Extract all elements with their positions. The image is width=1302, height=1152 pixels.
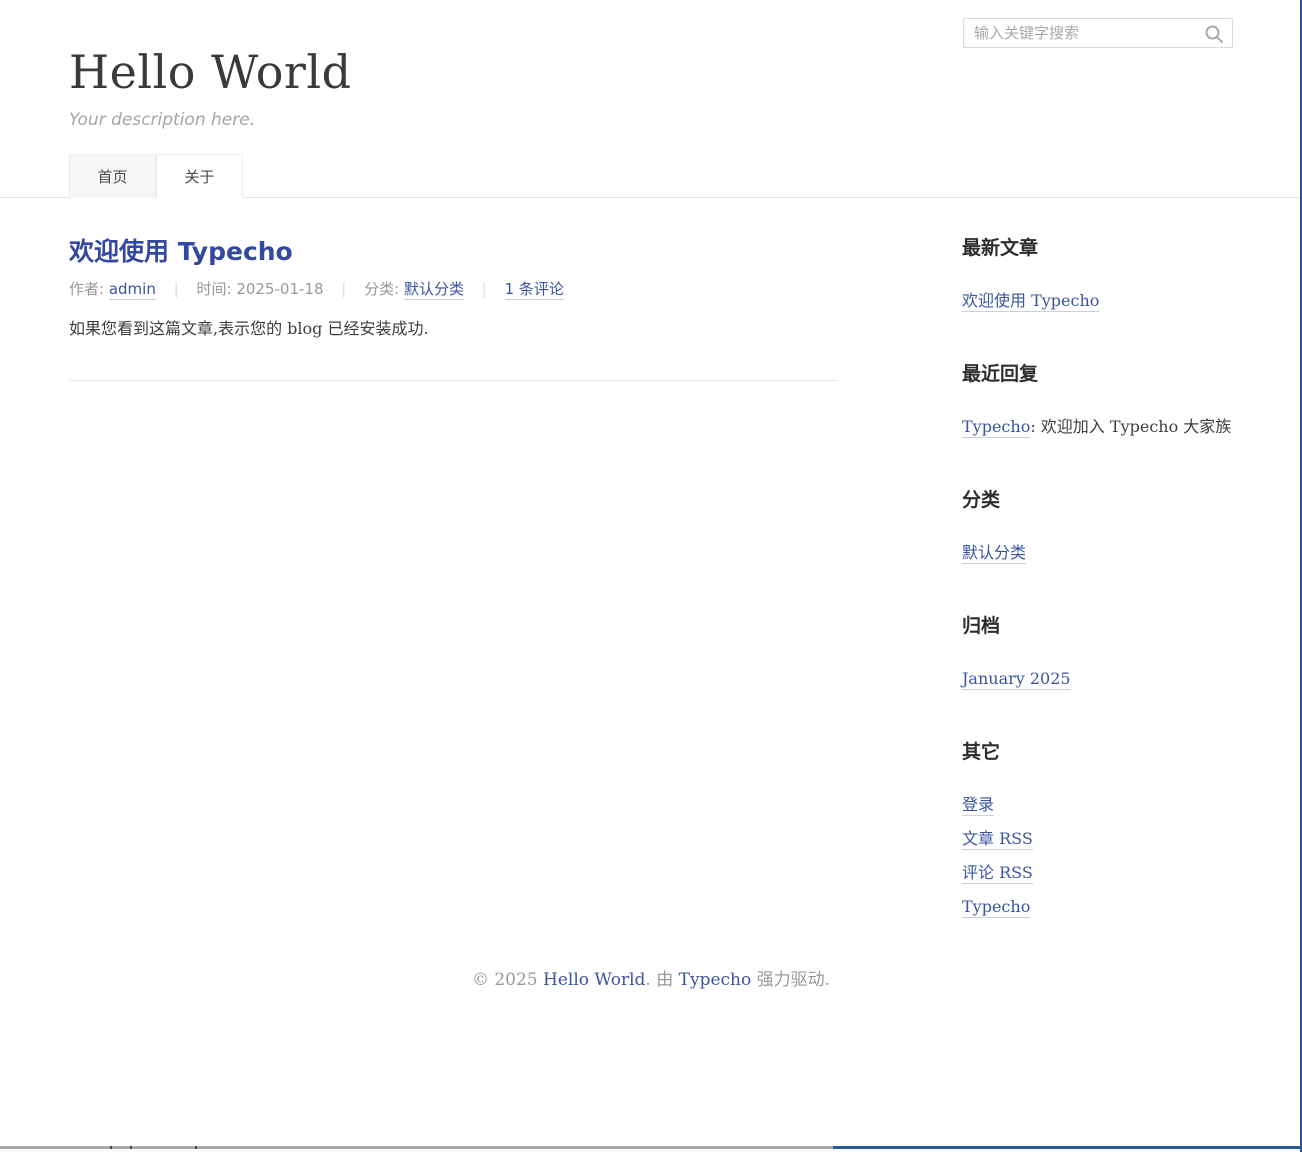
date-label: 时间: — [196, 280, 231, 298]
comment-author-link[interactable]: Typecho — [962, 417, 1030, 438]
widget-misc: 其它 登录 文章 RSS 评论 RSS Typecho — [962, 740, 1233, 924]
nav-tab-about[interactable]: 关于 — [156, 154, 243, 198]
footer: © 2025 Hello World. 由 Typecho 强力驱动. — [0, 968, 1302, 1000]
copyright-text: © 2025 — [472, 970, 538, 990]
post-title-link[interactable]: 欢迎使用 Typecho — [69, 237, 293, 266]
misc-title: 其它 — [962, 740, 1233, 764]
misc-link-comments-rss[interactable]: 评论 RSS — [962, 863, 1033, 884]
misc-link-login[interactable]: 登录 — [962, 795, 994, 816]
category-link[interactable]: 默认分类 — [404, 280, 464, 300]
main-area: 欢迎使用 Typecho 作者: admin | 时间: 2025-01-18 … — [69, 198, 1233, 968]
site-title: Hello World — [69, 0, 1233, 97]
search-icon[interactable] — [1204, 24, 1224, 44]
sidebar: 最新文章 欢迎使用 Typecho 最近回复 Typecho: 欢迎加入 Typ… — [962, 236, 1233, 968]
site-header: Hello World Your description here. 首页 关于 — [0, 0, 1302, 198]
site-title-link[interactable]: Hello World — [69, 45, 352, 99]
author-label: 作者: — [69, 280, 104, 298]
list-item: 欢迎使用 Typecho — [962, 284, 1233, 318]
main-nav: 首页 关于 — [69, 153, 1233, 197]
search-input[interactable] — [964, 19, 1232, 47]
categories-title: 分类 — [962, 488, 1233, 512]
misc-link-posts-rss[interactable]: 文章 RSS — [962, 829, 1033, 850]
misc-link-typecho[interactable]: Typecho — [962, 897, 1030, 918]
archive-link[interactable]: January 2025 — [962, 669, 1071, 690]
nav-tab-home[interactable]: 首页 — [69, 154, 156, 198]
category-item-link[interactable]: 默认分类 — [962, 543, 1026, 564]
list-item: January 2025 — [962, 662, 1233, 696]
list-item: 评论 RSS — [962, 856, 1233, 890]
site-description: Your description here. — [69, 109, 1233, 131]
list-item: 文章 RSS — [962, 822, 1233, 856]
comment-text: : 欢迎加入 Typecho 大家族 — [1030, 417, 1231, 436]
category-label: 分类: — [364, 280, 399, 298]
widget-categories: 分类 默认分类 — [962, 488, 1233, 570]
list-item: 登录 — [962, 788, 1233, 822]
comments-link[interactable]: 1 条评论 — [505, 280, 564, 300]
footer-powered-prefix: 由 — [656, 970, 673, 990]
post-body: 如果您看到这篇文章,表示您的 blog 已经安装成功. — [69, 316, 837, 342]
meta-separator: | — [174, 280, 179, 298]
meta-separator: | — [482, 280, 487, 298]
list-item: Typecho — [962, 890, 1233, 924]
list-item: 默认分类 — [962, 536, 1233, 570]
search-form — [963, 18, 1233, 48]
recent-post-link[interactable]: 欢迎使用 Typecho — [962, 291, 1099, 312]
footer-site-link[interactable]: Hello World — [543, 970, 645, 990]
post-list: 欢迎使用 Typecho 作者: admin | 时间: 2025-01-18 … — [69, 236, 837, 968]
widget-recent-posts: 最新文章 欢迎使用 Typecho — [962, 236, 1233, 318]
recent-posts-title: 最新文章 — [962, 236, 1233, 260]
post-divider — [69, 380, 837, 381]
footer-dot: . — [645, 970, 650, 990]
date-value: 2025-01-18 — [236, 280, 323, 298]
widget-archives: 归档 January 2025 — [962, 614, 1233, 696]
post: 欢迎使用 Typecho 作者: admin | 时间: 2025-01-18 … — [69, 236, 837, 381]
footer-powered-suffix: 强力驱动. — [757, 970, 830, 990]
widget-recent-comments: 最近回复 Typecho: 欢迎加入 Typecho 大家族 — [962, 362, 1233, 444]
author-link[interactable]: admin — [109, 280, 156, 300]
footer-powered-link[interactable]: Typecho — [679, 970, 752, 990]
archives-title: 归档 — [962, 614, 1233, 638]
list-item: Typecho: 欢迎加入 Typecho 大家族 — [962, 410, 1233, 444]
recent-comments-title: 最近回复 — [962, 362, 1233, 386]
post-title: 欢迎使用 Typecho — [69, 236, 837, 268]
meta-separator: | — [341, 280, 346, 298]
post-meta: 作者: admin | 时间: 2025-01-18 | 分类: 默认分类 | … — [69, 278, 837, 300]
